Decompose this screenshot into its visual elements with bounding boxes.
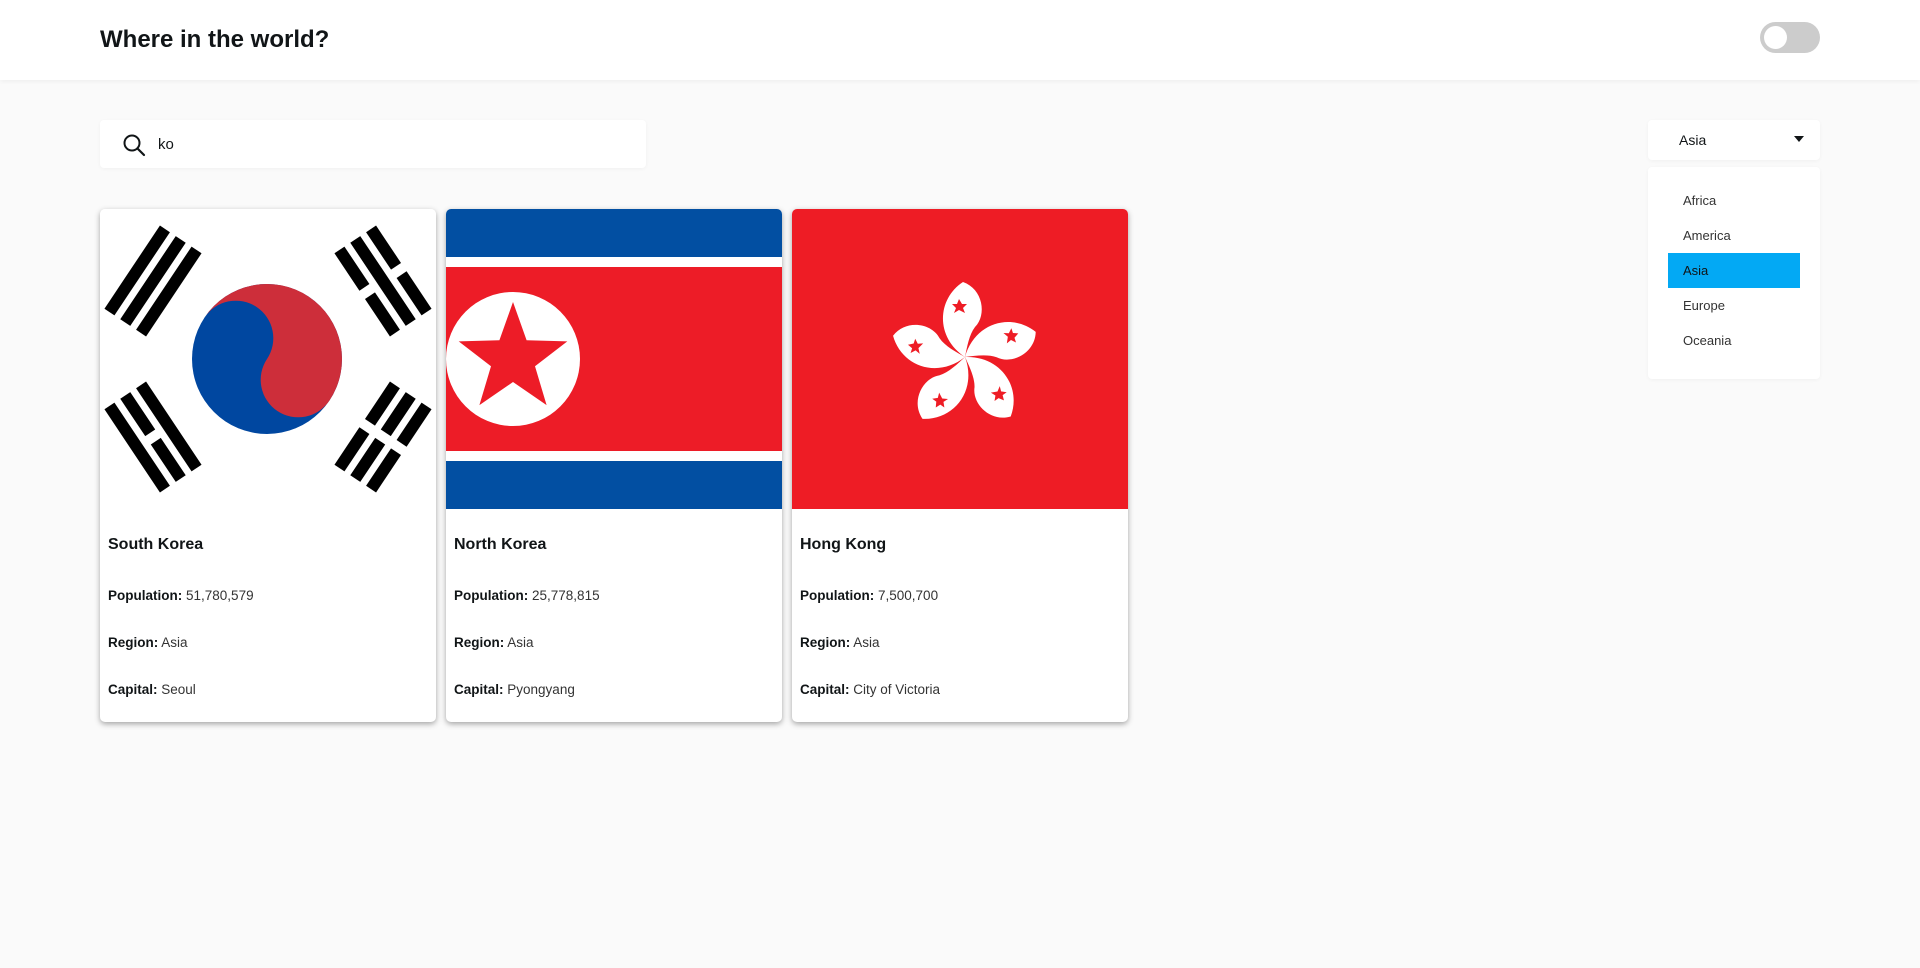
- toggle-knob: [1764, 26, 1787, 49]
- country-card[interactable]: Hong Kong Population: 7,500,700 Region: …: [792, 209, 1128, 722]
- hong-kong-flag: [792, 209, 1128, 509]
- region-value: Asia: [507, 635, 534, 650]
- region-row: Region: Asia: [800, 635, 880, 650]
- region-dropdown: Africa America Asia Europe Oceania: [1648, 167, 1820, 379]
- region-filter-select[interactable]: Asia: [1648, 120, 1820, 160]
- capital-value: City of Victoria: [853, 682, 941, 697]
- capital-label: Capital:: [454, 682, 504, 697]
- region-row: Region: Asia: [108, 635, 188, 650]
- region-label: Region:: [454, 635, 505, 650]
- page-title: Where in the world?: [100, 26, 330, 53]
- region-option-africa[interactable]: Africa: [1668, 183, 1800, 218]
- region-option-asia[interactable]: Asia: [1668, 253, 1800, 288]
- chevron-down-icon: [1794, 136, 1804, 142]
- region-option-europe[interactable]: Europe: [1668, 288, 1800, 323]
- search-icon: [123, 134, 146, 157]
- region-row: Region: Asia: [454, 635, 534, 650]
- capital-value: Pyongyang: [507, 682, 575, 697]
- region-option-oceania[interactable]: Oceania: [1668, 323, 1800, 358]
- country-name: Hong Kong: [800, 536, 887, 553]
- search-input[interactable]: [158, 128, 618, 160]
- region-filter-value: Asia: [1679, 132, 1707, 148]
- capital-row: Capital: Seoul: [108, 682, 196, 697]
- region-label: Region:: [108, 635, 159, 650]
- population-row: Population: 7,500,700: [800, 588, 938, 603]
- search-box[interactable]: [100, 120, 646, 168]
- population-label: Population:: [454, 588, 529, 603]
- country-card[interactable]: North Korea Population: 25,778,815 Regio…: [446, 209, 782, 722]
- population-value: 25,778,815: [532, 588, 600, 603]
- theme-toggle[interactable]: [1760, 22, 1820, 53]
- south-korea-flag: [100, 209, 436, 509]
- population-label: Population:: [108, 588, 183, 603]
- region-option-america[interactable]: America: [1668, 218, 1800, 253]
- population-row: Population: 51,780,579: [108, 588, 254, 603]
- population-row: Population: 25,778,815: [454, 588, 600, 603]
- population-value: 51,780,579: [186, 588, 254, 603]
- capital-row: Capital: City of Victoria: [800, 682, 940, 697]
- capital-label: Capital:: [108, 682, 158, 697]
- region-label: Region:: [800, 635, 851, 650]
- capital-label: Capital:: [800, 682, 850, 697]
- capital-value: Seoul: [161, 682, 196, 697]
- population-value: 7,500,700: [878, 588, 939, 603]
- population-label: Population:: [800, 588, 875, 603]
- country-name: North Korea: [454, 536, 547, 553]
- region-value: Asia: [161, 635, 188, 650]
- country-card[interactable]: South Korea Population: 51,780,579 Regio…: [100, 209, 436, 722]
- region-value: Asia: [853, 635, 880, 650]
- capital-row: Capital: Pyongyang: [454, 682, 575, 697]
- site-header: Where in the world?: [0, 0, 1920, 80]
- north-korea-flag: [446, 209, 782, 509]
- country-name: South Korea: [108, 536, 204, 553]
